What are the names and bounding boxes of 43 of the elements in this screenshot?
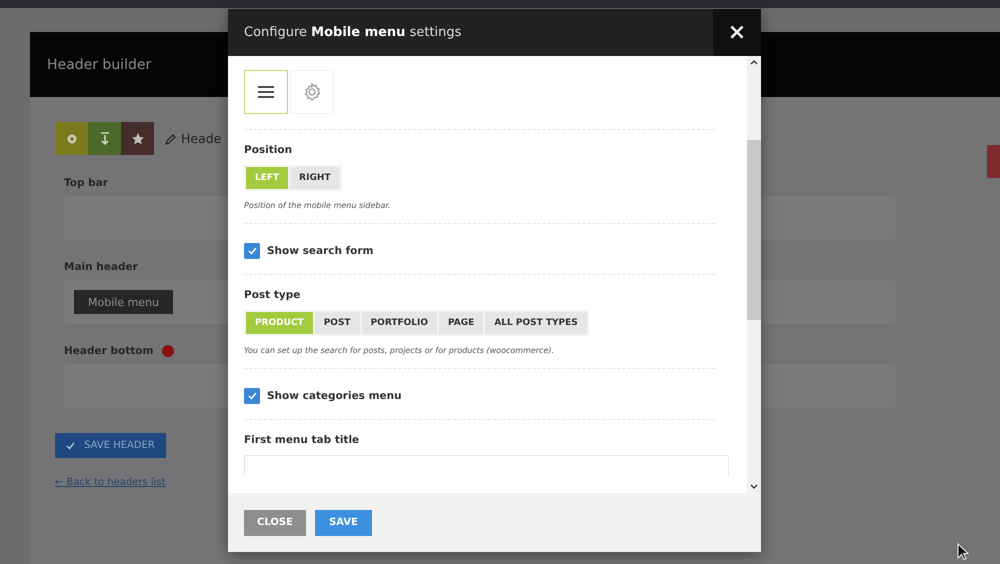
section-label: Main header [64, 261, 138, 273]
star-icon [130, 132, 144, 146]
pencil-icon [165, 132, 177, 144]
hint-text: You can set up the search for posts, projects or for products (woocommerce). [244, 346, 556, 355]
check-icon [248, 392, 256, 400]
gear-icon [64, 132, 78, 146]
close-button[interactable]: CLOSE [244, 510, 306, 536]
input-field[interactable] [244, 455, 729, 476]
field-label: First menu tab title [244, 434, 360, 446]
scroll-up-icon [750, 60, 758, 65]
section-label: Header bottom [64, 345, 154, 357]
settings-button[interactable] [55, 122, 88, 155]
element-button[interactable]: Mobile menu [74, 290, 174, 314]
download-icon [98, 132, 110, 146]
scrollbar[interactable] [747, 56, 761, 493]
segment-option[interactable]: POST [314, 312, 360, 334]
menu-icon [257, 85, 275, 99]
segment-option[interactable]: PAGE [439, 312, 484, 334]
download-button[interactable] [88, 122, 121, 155]
segment-option[interactable]: PORTFOLIO [362, 312, 438, 334]
checkbox[interactable] [244, 388, 260, 404]
check-icon [66, 442, 76, 450]
close-button[interactable]: × [713, 9, 761, 56]
settings-icon [302, 82, 322, 102]
segment-option[interactable]: ALL POST TYPES [485, 312, 587, 334]
segment-option[interactable]: RIGHT [290, 167, 340, 189]
dialog-title: Configure Mobile menu settings [243, 25, 462, 40]
hint-text: Position of the mobile menu sidebar. [244, 201, 392, 210]
checkbox[interactable] [244, 243, 260, 259]
cursor-icon [957, 543, 969, 561]
star-button[interactable] [121, 122, 154, 155]
save-header-button[interactable]: SAVE HEADER [55, 433, 166, 458]
icon-option[interactable] [244, 70, 288, 114]
section-label: Top bar [64, 177, 108, 189]
page-title: Header builder [47, 56, 152, 72]
field-label: Post type [244, 289, 302, 301]
checkbox-label: Show categories menu [267, 390, 402, 402]
save-button[interactable]: SAVE [315, 510, 372, 536]
check-icon [248, 247, 256, 255]
header-name: Heade [181, 131, 222, 146]
scroll-down-icon [750, 484, 758, 489]
field-label: Position [244, 144, 294, 156]
checkbox-label: Show search form [267, 245, 374, 257]
